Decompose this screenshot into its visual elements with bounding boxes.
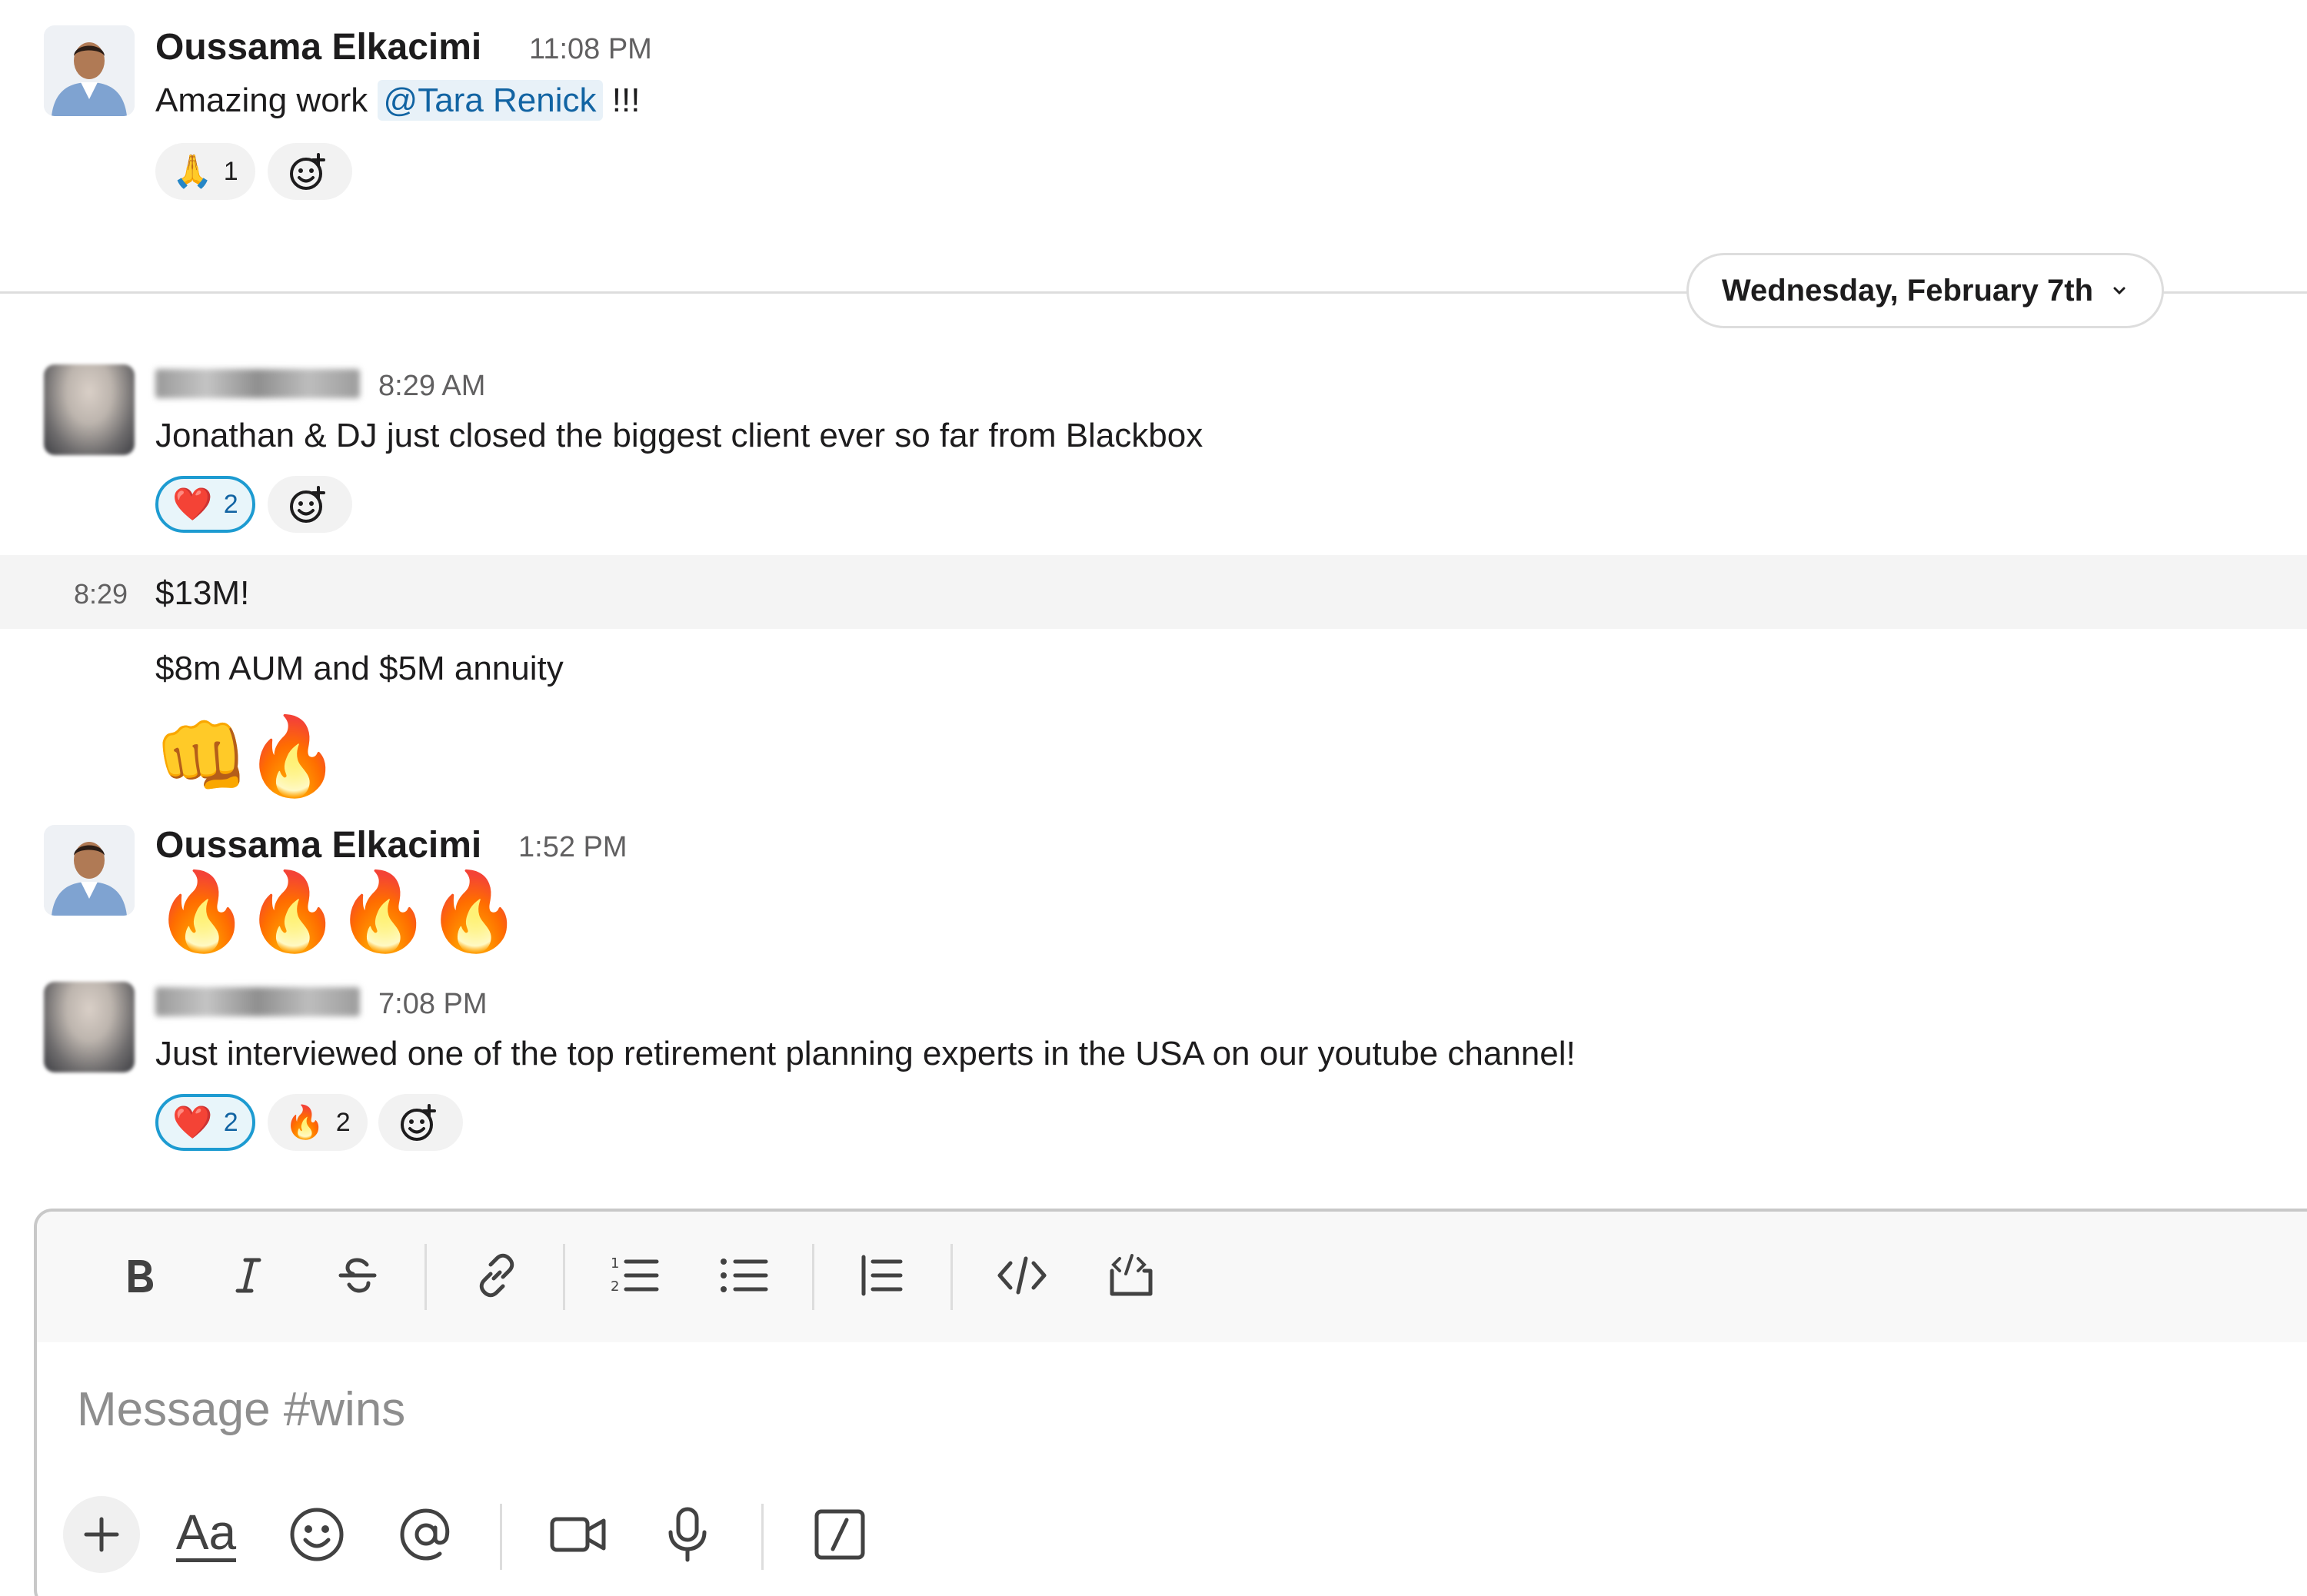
reaction-pill[interactable]: 🙏 1 — [155, 143, 255, 200]
author-name-redacted[interactable] — [155, 987, 360, 1016]
avatar[interactable] — [44, 982, 135, 1072]
toolbar-separator — [424, 1244, 427, 1310]
italic-icon — [235, 1258, 261, 1293]
add-reaction-button[interactable] — [268, 143, 352, 200]
message-timestamp[interactable]: 1:52 PM — [518, 831, 628, 864]
author-name-redacted[interactable] — [155, 369, 360, 398]
add-reaction-button[interactable] — [378, 1094, 463, 1151]
toolbar-separator — [761, 1504, 764, 1570]
bold-icon — [128, 1260, 153, 1292]
formatting-toolbar: 12 — [37, 1212, 2307, 1342]
strikethrough-icon — [338, 1258, 377, 1293]
microphone-icon — [668, 1507, 707, 1562]
toolbar-separator — [500, 1504, 502, 1570]
message-text: Amazing work @Tara Renick !!! — [155, 80, 641, 121]
fire-emoji-icon: 🔥 — [245, 869, 341, 955]
reaction-pill[interactable]: ❤️ 2 — [155, 1094, 255, 1151]
message-timestamp[interactable]: 8:29 AM — [378, 370, 485, 403]
attach-button[interactable] — [63, 1496, 140, 1573]
code-button[interactable] — [987, 1241, 1057, 1310]
fire-emoji-icon: 🔥 — [426, 869, 522, 955]
code-icon — [997, 1256, 1047, 1295]
video-icon — [550, 1517, 606, 1552]
italic-button[interactable] — [214, 1241, 283, 1310]
pray-emoji-icon: 🙏 — [172, 153, 213, 189]
svg-text:2: 2 — [611, 1278, 619, 1295]
message-input[interactable]: Message #wins — [77, 1382, 405, 1437]
message-timestamp[interactable]: 11:08 PM — [529, 33, 652, 66]
code-block-button[interactable] — [1097, 1241, 1166, 1310]
message-text: $13M! — [155, 574, 250, 612]
user-mention[interactable]: @Tara Renick — [377, 80, 603, 121]
mention-icon — [400, 1508, 450, 1561]
emoji-icon — [290, 1508, 344, 1561]
message-timestamp[interactable]: 7:08 PM — [378, 988, 488, 1021]
reaction-count: 2 — [223, 489, 238, 519]
video-button[interactable] — [540, 1496, 617, 1573]
audio-clip-button[interactable] — [649, 1496, 726, 1573]
blockquote-button[interactable] — [847, 1241, 917, 1310]
message-text: Jonathan & DJ just closed the biggest cl… — [155, 417, 1203, 454]
date-divider-label: Wednesday, February 7th — [1721, 273, 2094, 308]
slash-command-button[interactable] — [801, 1496, 878, 1573]
link-icon — [479, 1253, 514, 1298]
reaction-count: 1 — [223, 156, 238, 186]
fire-emoji-icon: 🔥 — [335, 869, 431, 955]
slash-command-icon — [814, 1509, 865, 1560]
avatar[interactable] — [44, 364, 135, 455]
link-button[interactable] — [462, 1241, 531, 1310]
emoji-button[interactable] — [278, 1496, 355, 1573]
ordered-list-icon: 12 — [611, 1255, 659, 1295]
plus-icon — [84, 1517, 119, 1552]
date-divider-button[interactable]: Wednesday, February 7th — [1686, 253, 2164, 328]
mention-button[interactable] — [388, 1496, 464, 1573]
chevron-down-icon — [2113, 287, 2126, 295]
blockquote-icon — [861, 1255, 903, 1296]
hovered-message-row[interactable] — [0, 555, 2307, 629]
svg-text:1: 1 — [611, 1255, 619, 1272]
fire-emoji-icon: 🔥 — [154, 869, 250, 955]
message-text-before: Amazing work — [155, 81, 378, 119]
add-reaction-icon — [290, 153, 325, 190]
fire-emoji-icon: 🔥 — [245, 713, 341, 800]
message-composer[interactable]: 12 Message #wins Aa — [34, 1209, 2307, 1596]
avatar[interactable] — [44, 825, 135, 916]
heart-emoji-icon: ❤️ — [172, 1104, 213, 1140]
author-name[interactable]: Oussama Elkacimi — [155, 824, 481, 866]
message-text: $8m AUM and $5M annuity — [155, 650, 564, 687]
message-text: Just interviewed one of the top retireme… — [155, 1035, 1576, 1072]
reaction-pill[interactable]: 🔥 2 — [268, 1094, 368, 1151]
formatting-icon: Aa — [175, 1508, 237, 1562]
fire-emoji-icon: 🔥 — [285, 1104, 325, 1140]
toolbar-separator — [950, 1244, 953, 1310]
strikethrough-button[interactable] — [323, 1241, 392, 1310]
author-name[interactable]: Oussama Elkacimi — [155, 26, 481, 68]
reaction-count: 2 — [335, 1107, 351, 1137]
toolbar-separator — [563, 1244, 565, 1310]
reaction-count: 2 — [223, 1107, 238, 1137]
formatting-toggle-button[interactable]: Aa — [168, 1496, 245, 1573]
bold-button[interactable] — [105, 1241, 174, 1310]
bulleted-list-icon — [721, 1259, 768, 1292]
bulleted-list-button[interactable] — [709, 1241, 778, 1310]
code-block-icon — [1110, 1254, 1153, 1296]
fist-emoji-icon: 👊 — [154, 713, 250, 800]
ordered-list-button[interactable]: 12 — [600, 1241, 669, 1310]
add-reaction-icon — [290, 486, 325, 523]
toolbar-separator — [812, 1244, 814, 1310]
add-reaction-button[interactable] — [268, 476, 352, 533]
heart-emoji-icon: ❤️ — [172, 486, 213, 522]
hover-timestamp[interactable]: 8:29 — [74, 578, 128, 610]
reaction-pill[interactable]: ❤️ 2 — [155, 476, 255, 533]
avatar[interactable] — [44, 25, 135, 116]
message-text-after: !!! — [602, 81, 641, 119]
add-reaction-icon — [401, 1104, 436, 1141]
